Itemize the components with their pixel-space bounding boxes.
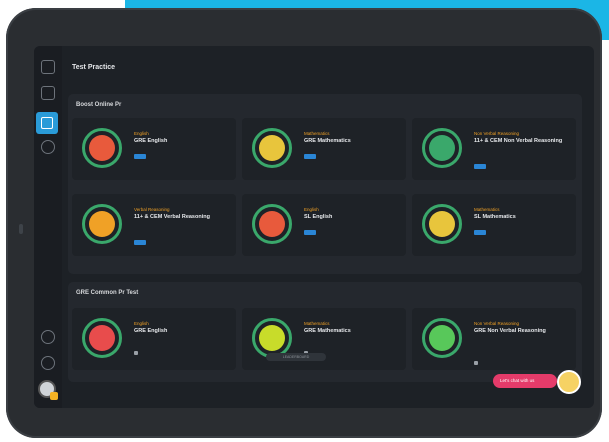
card-subject: English xyxy=(134,321,149,326)
card-title: GRE Non Verbal Reasoning xyxy=(474,328,546,334)
course-card[interactable]: Verbal Reasoning 11+ & CEM Verbal Reason… xyxy=(72,194,236,256)
section-title: GRE Common Pr Test xyxy=(76,290,139,296)
course-card[interactable]: Non Verbal Reasoning GRE Non Verbal Reas… xyxy=(412,308,576,370)
sidebar xyxy=(34,46,62,408)
card-subject: Verbal Reasoning xyxy=(134,207,170,212)
chat-avatar-icon[interactable] xyxy=(557,370,581,394)
login-icon[interactable] xyxy=(41,86,55,100)
course-card[interactable]: Non Verbal Reasoning 11+ & CEM Non Verba… xyxy=(412,118,576,180)
main-content: Test Practice Boost Online Pr English GR… xyxy=(64,46,594,408)
document-icon xyxy=(41,117,53,129)
new-badge xyxy=(134,240,146,245)
card-subject: English xyxy=(304,207,319,212)
card-subject: Mathematics xyxy=(304,321,330,326)
chat-button[interactable]: Let's chat with us xyxy=(493,374,557,388)
leaf-icon xyxy=(422,318,462,358)
section-boost: Boost Online Pr English GRE English Math… xyxy=(68,94,582,274)
compass-icon[interactable] xyxy=(41,330,55,344)
folder-icon[interactable] xyxy=(41,60,55,74)
page-title: Test Practice xyxy=(72,64,116,71)
new-badge xyxy=(304,230,316,235)
card-title: SL Mathematics xyxy=(474,214,516,220)
card-subject: Mathematics xyxy=(304,131,330,136)
section-title: Boost Online Pr xyxy=(76,102,122,108)
card-title: SL English xyxy=(304,214,333,220)
leaderboard-pill[interactable]: LEADERBOARD xyxy=(266,353,326,361)
new-badge xyxy=(474,164,486,169)
tablet-camera xyxy=(19,224,23,234)
orbit-icon xyxy=(82,204,122,244)
card-subject: English xyxy=(134,131,149,136)
lock-badge xyxy=(134,344,148,355)
course-card[interactable]: Mathematics GRE Mathematics xyxy=(242,118,406,180)
notification-badge xyxy=(50,392,58,400)
card-title: GRE Mathematics xyxy=(304,328,351,334)
course-card[interactable]: Mathematics GRE Mathematics xyxy=(242,308,406,370)
lab-icon xyxy=(422,204,462,244)
card-subject: Mathematics xyxy=(474,207,500,212)
course-card[interactable]: English SL English xyxy=(242,194,406,256)
card-title: GRE Mathematics xyxy=(304,138,351,144)
course-card[interactable]: English GRE English xyxy=(72,118,236,180)
new-badge xyxy=(474,230,486,235)
chef-icon xyxy=(82,128,122,168)
course-card[interactable]: English GRE English xyxy=(72,308,236,370)
flower-icon xyxy=(82,318,122,358)
dart-icon xyxy=(252,204,292,244)
sidebar-item-test-practice[interactable] xyxy=(36,112,58,134)
chart-icon xyxy=(422,128,462,168)
section-gre-common: GRE Common Pr Test English GRE English M… xyxy=(68,282,582,382)
new-badge xyxy=(134,154,146,159)
new-badge xyxy=(304,154,316,159)
clock-nav-icon[interactable] xyxy=(41,140,55,154)
card-title: GRE English xyxy=(134,328,168,334)
card-subject: Non Verbal Reasoning xyxy=(474,131,520,136)
card-title: 11+ & CEM Verbal Reasoning xyxy=(134,214,210,220)
lock-badge xyxy=(474,354,488,365)
card-subject: Non Verbal Reasoning xyxy=(474,321,520,326)
clock-icon xyxy=(252,318,292,358)
card-title: 11+ & CEM Non Verbal Reasoning xyxy=(474,138,563,144)
stack-icon xyxy=(252,128,292,168)
settings-icon[interactable] xyxy=(41,356,55,370)
card-title: GRE English xyxy=(134,138,168,144)
course-card[interactable]: Mathematics SL Mathematics xyxy=(412,194,576,256)
lock-badge xyxy=(304,344,318,355)
